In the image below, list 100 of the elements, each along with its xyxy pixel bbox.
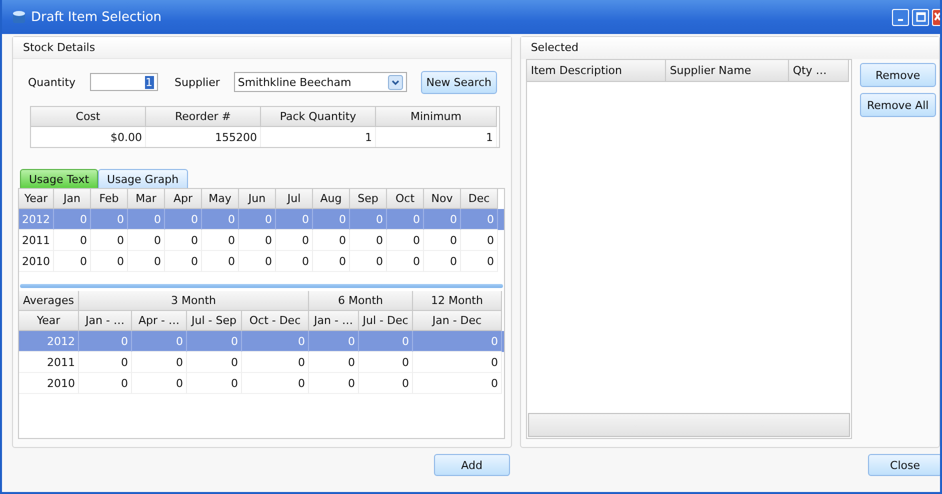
column-header: Year (19, 311, 79, 331)
table-cell: 0 (359, 352, 413, 373)
column-header: Qty … (788, 60, 849, 82)
table-cell: 155200 (146, 127, 261, 147)
table-cell: 0 (239, 230, 276, 251)
table-row[interactable]: 2011 0 0 0 0 0 0 0 0 0 0 0 0 (19, 230, 504, 251)
table-cell: $0.00 (31, 127, 146, 147)
table-cell: 0 (187, 331, 242, 352)
table-cell: 0 (387, 209, 424, 230)
remove-all-button[interactable]: Remove All (860, 93, 936, 117)
column-header: Cost (31, 107, 146, 127)
table-cell: 0 (91, 230, 128, 251)
table-cell: 2010 (19, 251, 54, 272)
table-cell: 0 (54, 251, 91, 272)
table-cell: 0 (413, 352, 502, 373)
column-header: Pack Quantity (261, 107, 376, 127)
table-cell: 0 (413, 331, 502, 352)
table-cell: 0 (187, 373, 242, 394)
table-cell: 0 (54, 209, 91, 230)
table-cell: 2012 (19, 331, 79, 352)
table-row[interactable]: 2011 0 0 0 0 0 0 0 (19, 352, 504, 373)
add-button[interactable]: Add (434, 454, 510, 476)
column-group-header: 12 Month (413, 291, 502, 311)
table-cell: 0 (132, 373, 187, 394)
column-header: Feb (91, 189, 128, 209)
tab[interactable]: Usage Graph (98, 169, 188, 188)
table-row[interactable]: 2010 0 0 0 0 0 0 0 0 0 0 0 0 (19, 251, 504, 272)
cylinder-icon (12, 10, 26, 24)
panel-title: Stock Details (13, 37, 511, 59)
column-header: Jan - Dec (413, 311, 502, 331)
column-header: Year (19, 189, 54, 209)
table-cell: 1 (261, 127, 376, 147)
column-header: Jan - … (79, 311, 132, 331)
minimize-button[interactable] (892, 8, 909, 26)
tab[interactable]: Usage Text (20, 169, 98, 188)
table-cell: 0 (242, 352, 309, 373)
table-cell: 0 (54, 230, 91, 251)
table-cell: 0 (424, 251, 461, 272)
table-cell: 0 (276, 209, 313, 230)
maximize-button[interactable] (912, 8, 929, 26)
column-header: Oct (387, 189, 424, 209)
table-cell: 0 (132, 331, 187, 352)
table-cell: 2012 (19, 209, 54, 230)
close-button[interactable] (932, 8, 940, 26)
table-cell: 2010 (19, 373, 79, 394)
table-cell: 0 (165, 230, 202, 251)
table-cell: 0 (461, 230, 498, 251)
splitter-handle[interactable] (20, 284, 503, 288)
table-cell: 0 (79, 331, 132, 352)
column-header: Apr (165, 189, 202, 209)
column-header: Item Description (526, 60, 666, 82)
column-header: Apr - … (132, 311, 187, 331)
table-cell: 0 (202, 209, 239, 230)
table-cell: 0 (387, 230, 424, 251)
maximize-icon[interactable] (916, 12, 926, 22)
column-header: Jul - Dec (359, 311, 413, 331)
table-cell: 0 (424, 230, 461, 251)
column-header: Dec (461, 189, 498, 209)
column-header: Reorder # (146, 107, 261, 127)
remove-button[interactable]: Remove (860, 63, 936, 87)
table-cell: 0 (132, 352, 187, 373)
table-cell: 2011 (19, 230, 54, 251)
column-header: Aug (313, 189, 350, 209)
table-cell: 0 (309, 352, 359, 373)
table-cell: 2011 (19, 352, 79, 373)
table-cell: 0 (309, 331, 359, 352)
table-cell: 0 (165, 209, 202, 230)
table-cell: 0 (350, 230, 387, 251)
new-search-button[interactable]: New Search (420, 70, 497, 94)
table-cell: 0 (128, 251, 165, 272)
table-cell: 0 (128, 230, 165, 251)
close-icon[interactable] (934, 12, 940, 22)
panel-title: Selected (520, 37, 939, 59)
table-cell: 0 (350, 209, 387, 230)
column-header: Jun (239, 189, 276, 209)
table-cell: 0 (242, 331, 309, 352)
column-group-header: 6 Month (309, 291, 413, 311)
supplier-dropdown[interactable]: Smithkline Beecham (234, 72, 407, 92)
quantity-label: Quantity (28, 76, 76, 88)
quantity-field[interactable]: 1 (90, 73, 158, 91)
table-cell: 0 (242, 373, 309, 394)
table-cell: 0 (359, 373, 413, 394)
table-cell: 0 (91, 209, 128, 230)
table-cell: 0 (313, 209, 350, 230)
close-dialog-button[interactable]: Close (868, 454, 940, 476)
table-cell: 0 (313, 230, 350, 251)
table-cell: 0 (239, 251, 276, 272)
column-header: Jan (54, 189, 91, 209)
table-cell: 0 (359, 331, 413, 352)
column-header: Supplier Name (666, 60, 789, 82)
supplier-label: Supplier (174, 76, 220, 88)
table-cell: 0 (79, 352, 132, 373)
column-header: Oct - Dec (242, 311, 309, 331)
table-cell: 0 (128, 209, 165, 230)
table-cell: 0 (239, 209, 276, 230)
table-row[interactable]: 2010 0 0 0 0 0 0 0 (19, 373, 504, 394)
column-header: Jul (276, 189, 313, 209)
column-header: Minimum (376, 107, 497, 127)
table-cell: 0 (413, 373, 502, 394)
table-cell: 0 (276, 230, 313, 251)
